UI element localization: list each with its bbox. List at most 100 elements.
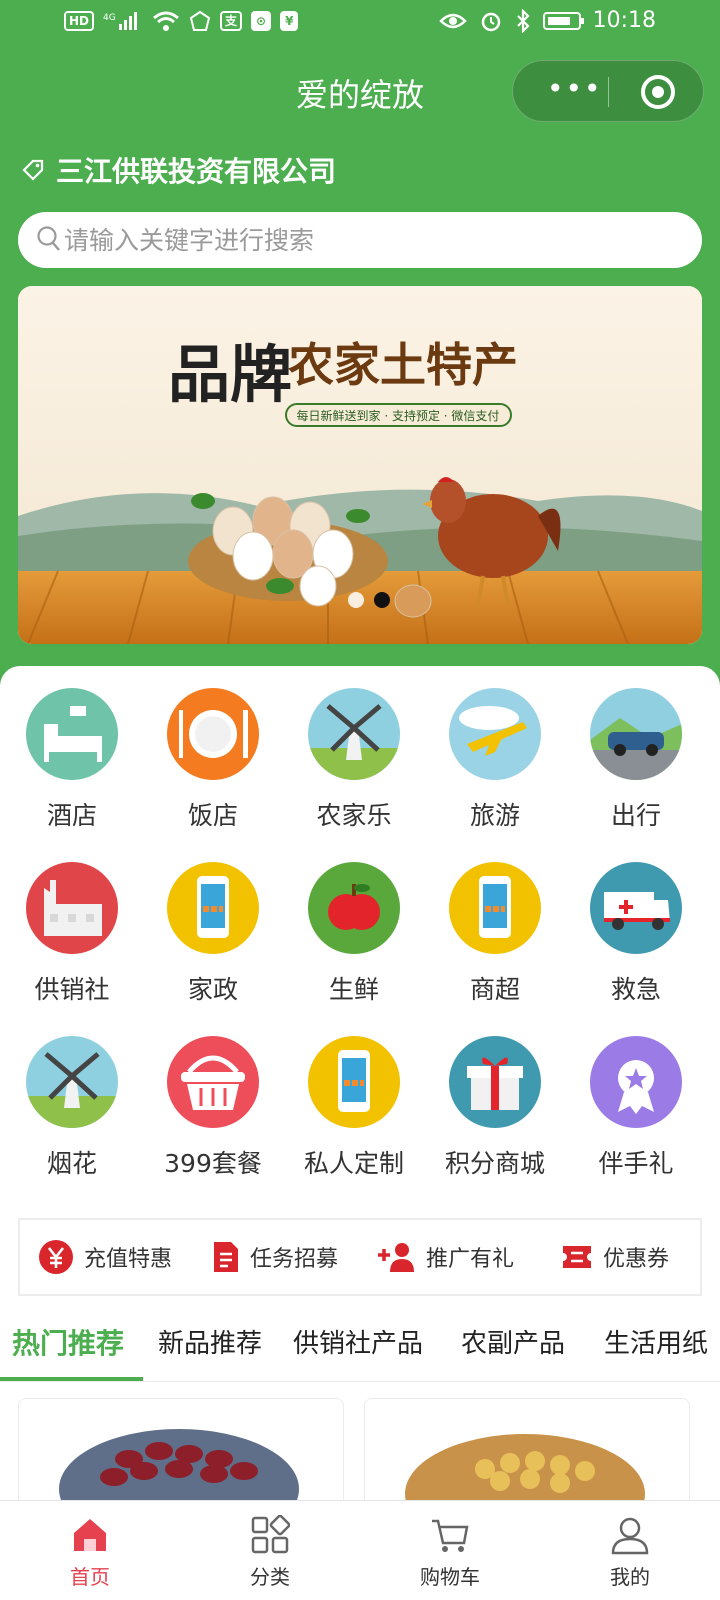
product-card[interactable] — [18, 1398, 344, 1502]
banner-slogan: 每日新鲜送到家 · 支持预定 · 微信支付 — [297, 408, 500, 423]
phone-icon — [449, 862, 541, 954]
category-5[interactable]: 出行 — [564, 688, 708, 848]
tab-farm-products[interactable]: 农副产品 — [461, 1306, 565, 1382]
product-image — [59, 1429, 299, 1502]
quick-link-recharge[interactable]: 充值特惠 — [20, 1239, 190, 1275]
category-7[interactable]: 家政 — [141, 862, 285, 1022]
active-tab-indicator — [0, 1377, 143, 1381]
quick-link-promote[interactable]: 推广有礼 — [360, 1241, 530, 1273]
airplane-icon — [449, 688, 541, 780]
windmill-icon — [26, 1036, 118, 1128]
bluetooth-icon — [516, 8, 530, 33]
category-label: 伴手礼 — [598, 1149, 674, 1178]
category-3[interactable]: 农家乐 — [282, 688, 426, 848]
category-label: 救急 — [610, 975, 661, 1004]
tabbar-label: 分类 — [250, 1565, 290, 1589]
document-icon — [213, 1242, 238, 1272]
category-13[interactable]: 私人定制 — [282, 1036, 426, 1196]
bottom-tab-bar: 首页 分类 购物车 我的 — [0, 1500, 720, 1600]
category-1[interactable]: 酒店 — [0, 688, 144, 848]
alarm-icon — [481, 12, 500, 31]
car-icon — [590, 688, 682, 780]
category-2[interactable]: 饭店 — [141, 688, 285, 848]
capsule-divider — [608, 77, 609, 107]
yen-circle-icon — [38, 1240, 73, 1274]
quick-link-label: 优惠券 — [602, 1247, 669, 1272]
gift-icon — [449, 1036, 541, 1128]
category-label: 积分商城 — [444, 1149, 545, 1178]
status-bar: HD 4G 支 ⊙ ¥ 10:18 — [0, 0, 720, 48]
category-label: 家政 — [187, 975, 238, 1004]
banner-headline: 品牌 — [168, 338, 292, 411]
tab-hot[interactable]: 热门推荐 — [12, 1306, 124, 1382]
banner-image: 品牌 农家土特产 每日新鲜送到家 · 支持预定 · 微信支付 — [18, 286, 702, 644]
hd-indicator: HD — [64, 11, 95, 31]
tabbar-label: 首页 — [70, 1565, 110, 1589]
banner-title: 农家土特产 — [288, 338, 518, 392]
tab-new[interactable]: 新品推荐 — [158, 1306, 262, 1382]
eye-icon — [438, 13, 467, 28]
more-dots-icon[interactable]: ••• — [547, 75, 603, 103]
user-icon — [611, 1517, 649, 1555]
status-icons-left: HD 4G 支 ⊙ ¥ — [64, 10, 299, 32]
add-user-icon — [377, 1243, 414, 1272]
category-11[interactable]: 烟花 — [0, 1036, 144, 1196]
hotel-bed-icon — [26, 688, 118, 780]
tabbar-category[interactable]: 分类 — [180, 1501, 360, 1600]
category-8[interactable]: 生鲜 — [282, 862, 426, 1022]
phone-icon — [167, 862, 259, 954]
ambulance-icon — [590, 862, 682, 954]
company-selector[interactable]: 三江供联投资有限公司 — [22, 150, 336, 190]
product-tabs: 热门推荐 新品推荐 供销社产品 农副产品 生活用纸 — [0, 1306, 720, 1382]
basket-icon — [167, 1036, 259, 1128]
quick-link-label: 推广有礼 — [425, 1247, 514, 1272]
banner-dot-active[interactable] — [374, 592, 390, 608]
category-label: 399套餐 — [164, 1149, 262, 1178]
search-bar[interactable] — [18, 212, 702, 268]
category-label: 饭店 — [187, 801, 238, 830]
tag-icon — [22, 159, 44, 181]
quick-link-tasks[interactable]: 任务招募 — [190, 1240, 360, 1274]
quick-link-coupon[interactable]: 优惠券 — [530, 1241, 700, 1273]
wifi-icon — [153, 11, 179, 31]
product-image — [405, 1434, 645, 1502]
category-label: 生鲜 — [328, 975, 379, 1004]
signal-icon: 4G — [103, 12, 138, 30]
category-6[interactable]: 供销社 — [0, 862, 144, 1022]
status-icons-right: 10:18 — [438, 8, 656, 33]
windmill-icon — [308, 688, 400, 780]
category-12[interactable]: 399套餐 — [141, 1036, 285, 1196]
cart-icon — [432, 1519, 469, 1552]
category-label: 私人定制 — [303, 1149, 404, 1178]
category-14[interactable]: 积分商城 — [423, 1036, 567, 1196]
tabbar-label: 我的 — [610, 1565, 650, 1589]
company-name: 三江供联投资有限公司 — [56, 155, 337, 188]
close-target-icon[interactable] — [641, 75, 675, 109]
banner-dot[interactable] — [348, 592, 364, 608]
tab-tissue[interactable]: 生活用纸 — [604, 1306, 708, 1382]
main-content: 酒店 饭店 农家乐 旅游 出行供销社 家政 生鲜 商超 救急烟花 399套餐 私人定制 积分商城 伴手礼… — [0, 666, 720, 1502]
mini-program-capsule: ••• — [512, 60, 704, 122]
screen: HD 4G 支 ⊙ ¥ 10:18 爱的绽放 ••• 三江供联投资有限公司 请输… — [0, 0, 720, 1600]
plate-fork-knife-icon — [167, 688, 259, 780]
category-15[interactable]: 伴手礼 — [564, 1036, 708, 1196]
tabbar-home[interactable]: 首页 — [0, 1501, 180, 1600]
category-grid-icon — [251, 1515, 290, 1554]
quick-link-label: 充值特惠 — [83, 1247, 172, 1272]
product-list — [0, 1398, 720, 1502]
category-4[interactable]: 旅游 — [423, 688, 567, 848]
search-input[interactable] — [64, 220, 664, 260]
alipay-indicator: 支 — [220, 11, 243, 31]
tabbar-profile[interactable]: 我的 — [540, 1501, 720, 1600]
category-label: 出行 — [610, 801, 661, 830]
home-icon — [74, 1519, 106, 1551]
search-icon — [37, 226, 60, 251]
tabbar-cart[interactable]: 购物车 — [360, 1501, 540, 1600]
product-card[interactable] — [364, 1398, 690, 1502]
medal-icon — [590, 1036, 682, 1128]
tab-coop-products[interactable]: 供销社产品 — [293, 1306, 423, 1382]
category-label: 烟花 — [46, 1149, 97, 1178]
promo-banner[interactable]: 品牌 农家土特产 每日新鲜送到家 · 支持预定 · 微信支付 — [18, 286, 702, 644]
category-9[interactable]: 商超 — [423, 862, 567, 1022]
category-10[interactable]: 救急 — [564, 862, 708, 1022]
